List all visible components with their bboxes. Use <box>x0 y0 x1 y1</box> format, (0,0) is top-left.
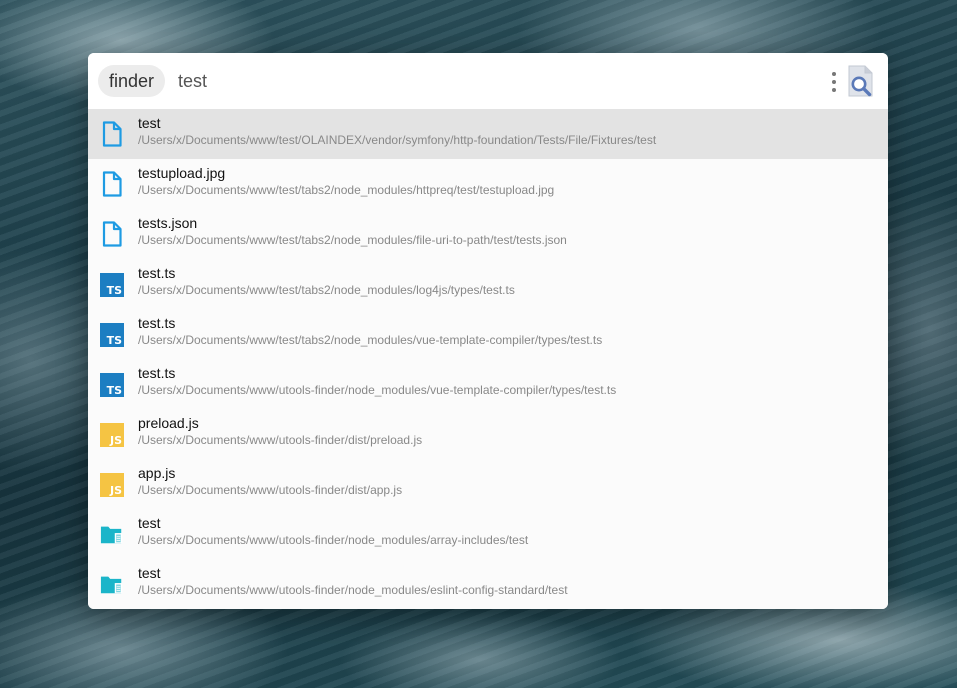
result-path: /Users/x/Documents/www/test/tabs2/node_m… <box>138 183 555 197</box>
result-row[interactable]: test/Users/x/Documents/www/utools-finder… <box>88 559 888 609</box>
badge-label: TS <box>106 384 122 397</box>
result-path: /Users/x/Documents/www/utools-finder/dis… <box>138 433 423 447</box>
result-path: /Users/x/Documents/www/utools-finder/dis… <box>138 483 403 497</box>
result-name: test <box>138 515 161 531</box>
result-name: app.js <box>138 465 176 481</box>
folder-icon <box>100 526 123 544</box>
result-path: /Users/x/Documents/www/utools-finder/nod… <box>138 383 617 397</box>
badge-label: TS <box>106 284 122 297</box>
result-name: test <box>138 115 161 131</box>
folder-icon <box>100 576 123 594</box>
result-name: test.ts <box>138 315 176 331</box>
badge-label: TS <box>106 334 122 347</box>
result-name: test <box>138 565 161 581</box>
search-bar: finder <box>88 53 888 109</box>
result-path: /Users/x/Documents/www/test/tabs2/node_m… <box>138 333 603 347</box>
plugin-tag[interactable]: finder <box>98 65 166 97</box>
file-icon <box>102 121 122 147</box>
result-row[interactable]: JS preload.js/Users/x/Documents/www/utool… <box>88 409 888 459</box>
more-options-button[interactable] <box>828 70 840 94</box>
result-name: test.ts <box>138 265 176 281</box>
result-name: tests.json <box>138 215 198 231</box>
badge-label: JS <box>109 434 122 447</box>
result-path: /Users/x/Documents/www/test/OLAINDEX/ven… <box>138 133 657 147</box>
typescript-icon: TS <box>100 323 124 347</box>
more-dot-icon <box>832 88 836 92</box>
search-input[interactable] <box>170 65 806 97</box>
result-path: /Users/x/Documents/www/utools-finder/nod… <box>138 583 568 597</box>
result-row[interactable]: TS test.ts/Users/x/Documents/www/utools-f… <box>88 359 888 409</box>
result-path: /Users/x/Documents/www/test/tabs2/node_m… <box>138 283 515 297</box>
result-row[interactable]: testupload.jpg/Users/x/Documents/www/tes… <box>88 159 888 209</box>
result-row[interactable]: TS test.ts/Users/x/Documents/www/test/tab… <box>88 259 888 309</box>
result-name: test.ts <box>138 365 176 381</box>
result-row[interactable]: tests.json/Users/x/Documents/www/test/ta… <box>88 209 888 259</box>
launcher-window: finder test/Users/x/Documents/www/test/O… <box>88 53 888 609</box>
result-name: preload.js <box>138 415 199 431</box>
file-icon <box>102 221 122 247</box>
finder-search-icon[interactable] <box>846 65 874 97</box>
result-row[interactable]: TS test.ts/Users/x/Documents/www/test/tab… <box>88 309 888 359</box>
result-path: /Users/x/Documents/www/test/tabs2/node_m… <box>138 233 567 247</box>
result-row[interactable]: test/Users/x/Documents/www/utools-finder… <box>88 509 888 559</box>
more-dot-icon <box>832 72 836 76</box>
result-path: /Users/x/Documents/www/utools-finder/nod… <box>138 533 529 547</box>
typescript-icon: TS <box>100 273 124 297</box>
badge-label: JS <box>109 484 122 497</box>
result-name: testupload.jpg <box>138 165 226 181</box>
javascript-icon: JS <box>100 473 124 497</box>
javascript-icon: JS <box>100 423 124 447</box>
file-icon <box>102 171 122 197</box>
more-dot-icon <box>832 80 836 84</box>
results-list: test/Users/x/Documents/www/test/OLAINDEX… <box>88 109 888 609</box>
result-row[interactable]: JS app.js/Users/x/Documents/www/utools-fi… <box>88 459 888 509</box>
result-row[interactable]: test/Users/x/Documents/www/test/OLAINDEX… <box>88 109 888 159</box>
typescript-icon: TS <box>100 373 124 397</box>
